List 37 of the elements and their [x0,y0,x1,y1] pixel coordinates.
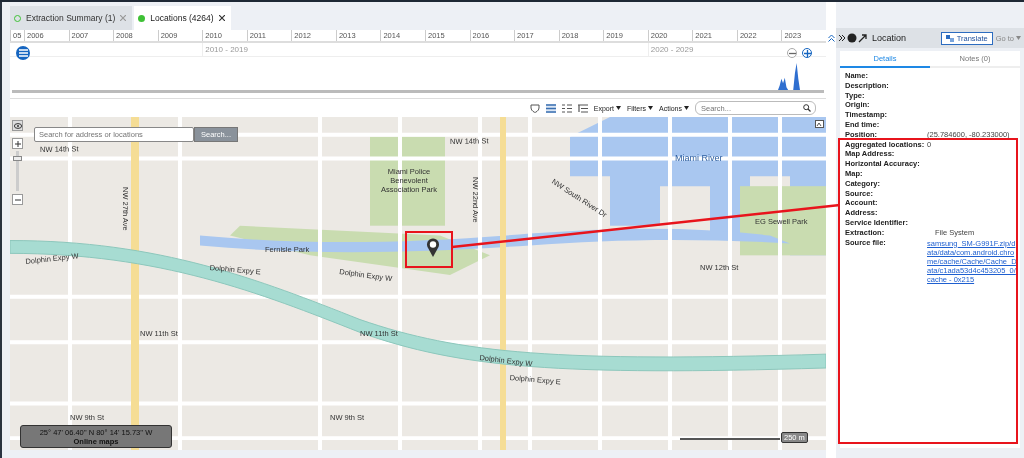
status-dot-icon [138,14,146,22]
minus-icon [14,196,21,203]
list-view-icon[interactable] [545,103,556,113]
caret-icon [684,106,689,110]
zoom-in-button[interactable] [802,48,812,58]
panel-title: Location [872,33,908,43]
eye-button[interactable] [12,120,23,131]
document-tab[interactable]: Locations (4264) [134,6,231,30]
timeline-scrollbar[interactable] [12,90,824,93]
location-pin-icon[interactable] [426,238,440,258]
highlight-frame [405,231,453,268]
list-menu-button[interactable] [16,46,30,60]
document-tab[interactable]: Extraction Summary (1) [10,6,133,30]
eye-icon [13,122,22,129]
activity-sparkline [778,62,800,90]
zoom-in-button[interactable] [12,138,23,149]
close-icon[interactable] [218,15,225,21]
search-icon[interactable] [803,104,811,112]
caret-icon [648,106,654,110]
caret-icon [615,106,621,110]
map-label: Miami River [675,153,723,163]
collapse-icon[interactable] [827,34,835,42]
checklist-icon[interactable] [561,103,572,113]
layers-icon[interactable] [815,120,824,128]
plus-icon [14,140,21,147]
tree-list-icon[interactable] [577,103,588,113]
caret-icon [1016,36,1021,40]
zoom-out-button[interactable] [787,48,797,58]
slider-thumb[interactable] [13,156,22,162]
zoom-out-button[interactable] [12,194,23,205]
panel-tools-icon[interactable] [839,33,869,43]
list-icon [18,49,28,57]
decade-label: 2010 - 2019 [202,43,648,56]
plus-icon [803,49,811,57]
shield-icon[interactable] [529,103,540,113]
translate-icon [945,34,954,42]
zoom-slider[interactable] [16,151,19,191]
